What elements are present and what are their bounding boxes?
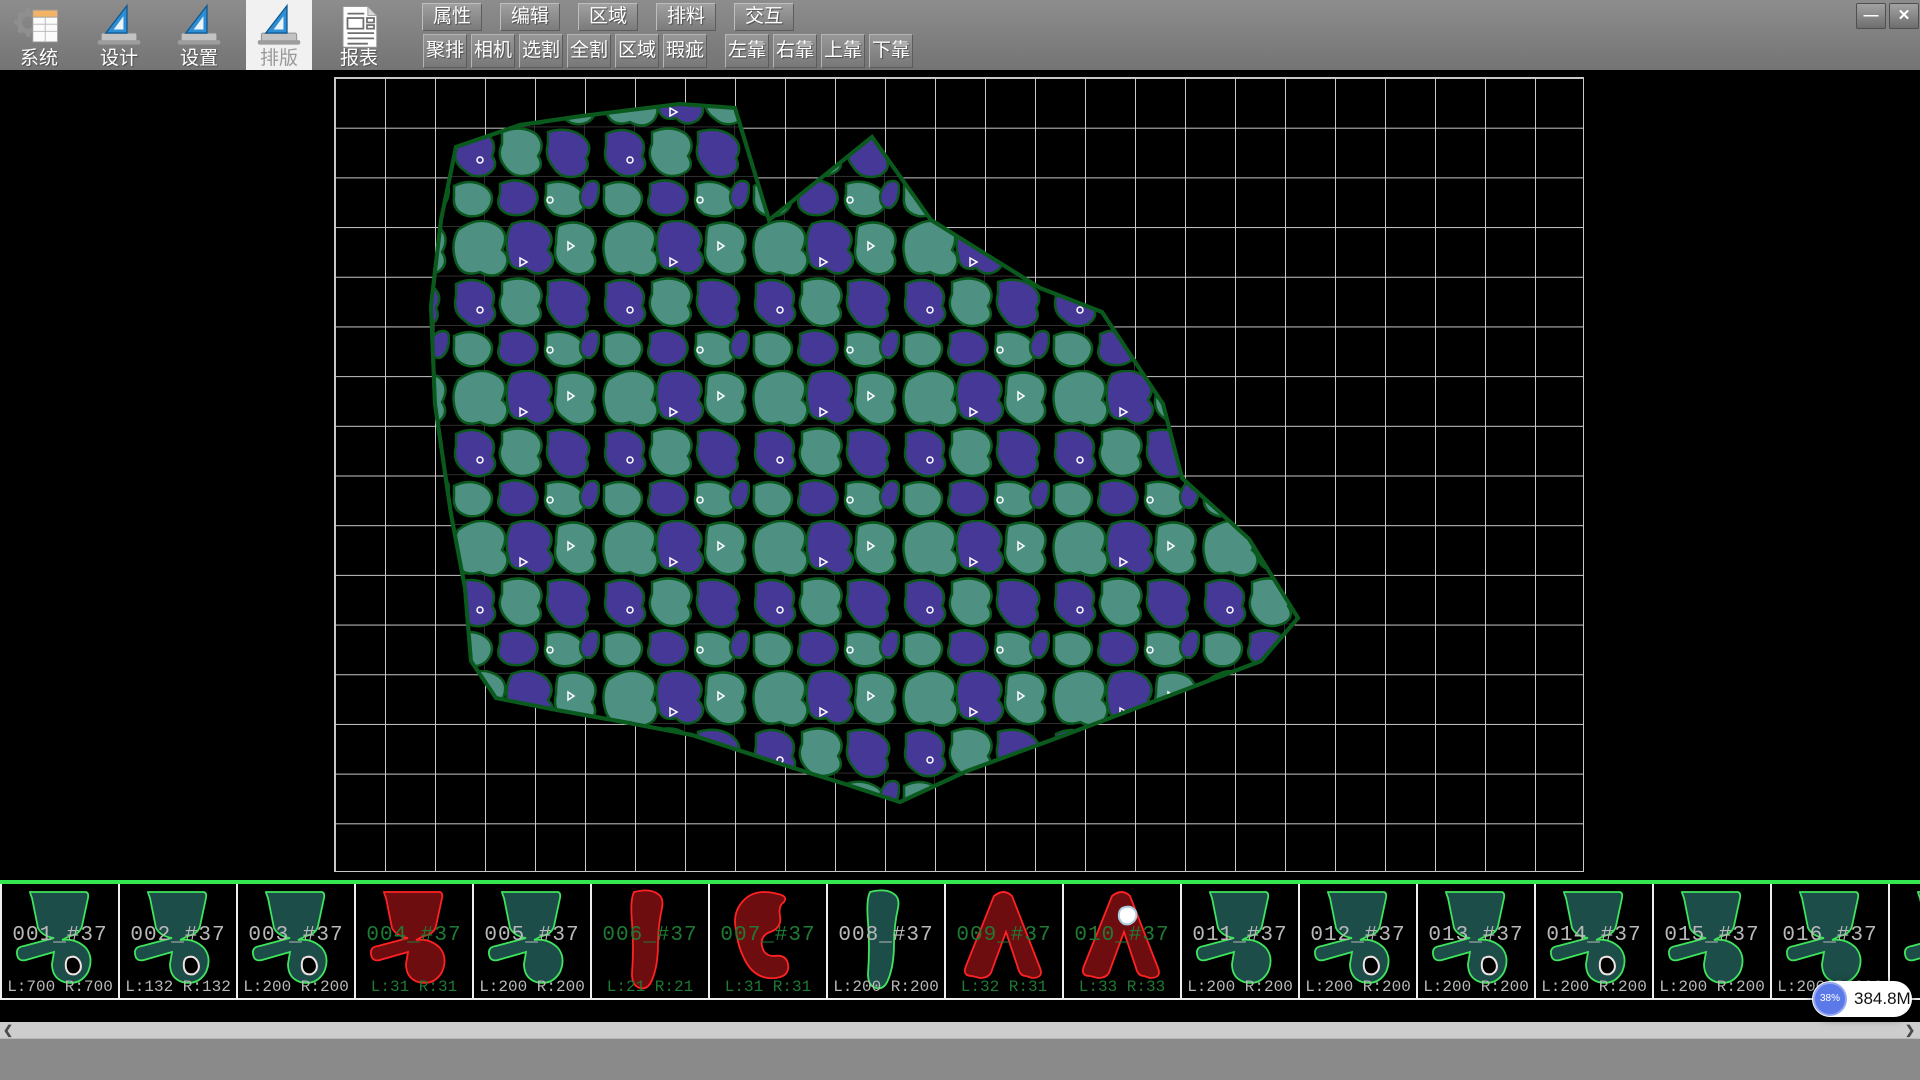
part-id-label: 012_#37 [1300, 924, 1416, 947]
progress-circle: 38% [1813, 982, 1847, 1016]
part-id-label: 006_#37 [592, 924, 708, 947]
memory-progress-widget[interactable]: 38% 384.8M [1812, 981, 1912, 1017]
tool-button-9[interactable]: 上靠 [821, 34, 865, 68]
ribbon-tab-5[interactable]: 交互 [734, 3, 794, 31]
gear-table-icon [10, 3, 68, 49]
tool-button-3[interactable]: 选割 [519, 34, 563, 68]
nesting-canvas[interactable] [0, 70, 1920, 880]
part-thumbnail-2[interactable]: 002_#37 L:132 R:132 [120, 884, 238, 1000]
part-id-label: 003_#37 [238, 924, 354, 947]
memory-value: 384.8M [1854, 989, 1911, 1009]
close-button[interactable]: ✕ [1889, 3, 1919, 29]
ribbon-tab-4[interactable]: 排料 [656, 3, 716, 31]
part-lr-label: L:21 R:21 [592, 978, 708, 996]
part-lr-label: L:200 R:200 [828, 978, 944, 996]
part-id-label: 016_#37 [1772, 924, 1888, 947]
part-thumbnail-6[interactable]: 006_#37 L:21 R:21 [592, 884, 710, 1000]
part-id-label: 014_#37 [1536, 924, 1652, 947]
part-lr-label: L:700 R:700 [2, 978, 118, 996]
set-square-icon [90, 3, 148, 49]
part-lr-label: L:200 R:200 [1536, 978, 1652, 996]
part-thumbnail-14[interactable]: 014_#37 L:200 R:200 [1536, 884, 1654, 1000]
part-lr-label: L:200 R:200 [1654, 978, 1770, 996]
part-id-label: 011_#37 [1182, 924, 1298, 947]
part-thumbnail-1[interactable]: 001_#37 L:700 R:700 [0, 884, 120, 1000]
part-lr-label: L:31 R:31 [710, 978, 826, 996]
part-thumbnail-8[interactable]: 008_#37 L:200 R:200 [828, 884, 946, 1000]
part-id-label: 007_#37 [710, 924, 826, 947]
part-lr-label: L:200 R:200 [1300, 978, 1416, 996]
part-hole [184, 957, 199, 975]
ribbon-tab-2[interactable]: 编辑 [500, 3, 560, 31]
minimize-button[interactable]: — [1856, 3, 1886, 29]
ribbon-tab-1[interactable]: 属性 [422, 3, 482, 31]
set-square-icon [250, 3, 308, 49]
part-id-label: 004_#37 [356, 924, 472, 947]
scroll-left-arrow-icon[interactable]: ❮ [0, 1022, 16, 1038]
tool-button-8[interactable]: 右靠 [773, 34, 817, 68]
part-id-label: 010_#37 [1064, 924, 1180, 947]
part-hole [66, 957, 81, 975]
part-thumbnail-4[interactable]: 004_#37 L:31 R:31 [356, 884, 474, 1000]
part-thumbnail-12[interactable]: 012_#37 L:200 R:200 [1300, 884, 1418, 1000]
part-lr-label: L:32 R:31 [946, 978, 1062, 996]
tool-button-2[interactable]: 相机 [471, 34, 515, 68]
part-id-label: 009_#37 [946, 924, 1062, 947]
app-button-1[interactable]: 系统 [6, 0, 72, 70]
report-doc-icon [330, 3, 388, 49]
part-lr-label: L:200 R:200 [1418, 978, 1534, 996]
application-window: { "window": {"minimize_glyph": "—", "clo… [0, 0, 1920, 1080]
part-lr-label: L:200 R:200 [1182, 978, 1298, 996]
app-button-5[interactable]: 报表 [326, 0, 392, 70]
part-id-label: 015_#37 [1654, 924, 1770, 947]
part-id-label: 013_#37 [1418, 924, 1534, 947]
ribbon-bar: 系统设计设置排版报表 属性编辑区域排料交互 聚排相机选割全割区域瑕疵左靠右靠上靠… [0, 0, 1920, 70]
part-thumbnail-3[interactable]: 003_#37 L:200 R:200 [238, 884, 356, 1000]
horizontal-scrollbar[interactable]: ❮ ❯ [0, 1022, 1920, 1038]
part-thumbnail-7[interactable]: 007_#37 L:31 R:31 [710, 884, 828, 1000]
tool-button-5[interactable]: 区域 [615, 34, 659, 68]
part-thumbnail-strip: 001_#37L:700 R:700002_#37L:132 R:132003_… [0, 884, 1920, 1002]
app-button-2[interactable]: 设计 [86, 0, 152, 70]
part-thumbnail-13[interactable]: 013_#37 L:200 R:200 [1418, 884, 1536, 1000]
part-id-label: 008_#37 [828, 924, 944, 947]
part-hole [1119, 907, 1137, 925]
part-thumbnail-5[interactable]: 005_#37 L:200 R:200 [474, 884, 592, 1000]
part-lr-label: L:33 R:33 [1064, 978, 1180, 996]
set-square-icon [170, 3, 228, 49]
part-id-label: 005_#37 [474, 924, 590, 947]
part-hole [1600, 957, 1615, 975]
part-lr-label: L:200 R:200 [238, 978, 354, 996]
part-hole [1482, 957, 1497, 975]
part-thumbnail-11[interactable]: 011_#37 L:200 R:200 [1182, 884, 1300, 1000]
tool-button-6[interactable]: 瑕疵 [663, 34, 707, 68]
part-lr-label: L:31 R:31 [356, 978, 472, 996]
part-thumbnail-9[interactable]: 009_#37 L:32 R:31 [946, 884, 1064, 1000]
tool-button-10[interactable]: 下靠 [869, 34, 913, 68]
status-bar [0, 1038, 1920, 1080]
scroll-right-arrow-icon[interactable]: ❯ [1902, 1022, 1918, 1038]
part-id-label: 0 [1890, 924, 1920, 947]
app-button-4[interactable]: 排版 [246, 0, 312, 70]
tool-button-7[interactable]: 左靠 [725, 34, 769, 68]
ribbon-tab-3[interactable]: 区域 [578, 3, 638, 31]
app-button-3[interactable]: 设置 [166, 0, 232, 70]
part-lr-label: L:200 R:200 [474, 978, 590, 996]
part-hole [302, 957, 317, 975]
part-hole [1364, 957, 1379, 975]
tool-button-4[interactable]: 全割 [567, 34, 611, 68]
part-lr-label: L:132 R:132 [120, 978, 236, 996]
part-id-label: 001_#37 [2, 924, 118, 947]
nested-hide-svg [0, 70, 1920, 880]
part-id-label: 002_#37 [120, 924, 236, 947]
tool-button-1[interactable]: 聚排 [423, 34, 467, 68]
part-thumbnail-15[interactable]: 015_#37 L:200 R:200 [1654, 884, 1772, 1000]
part-thumbnail-10[interactable]: 010_#37 L:33 R:33 [1064, 884, 1182, 1000]
